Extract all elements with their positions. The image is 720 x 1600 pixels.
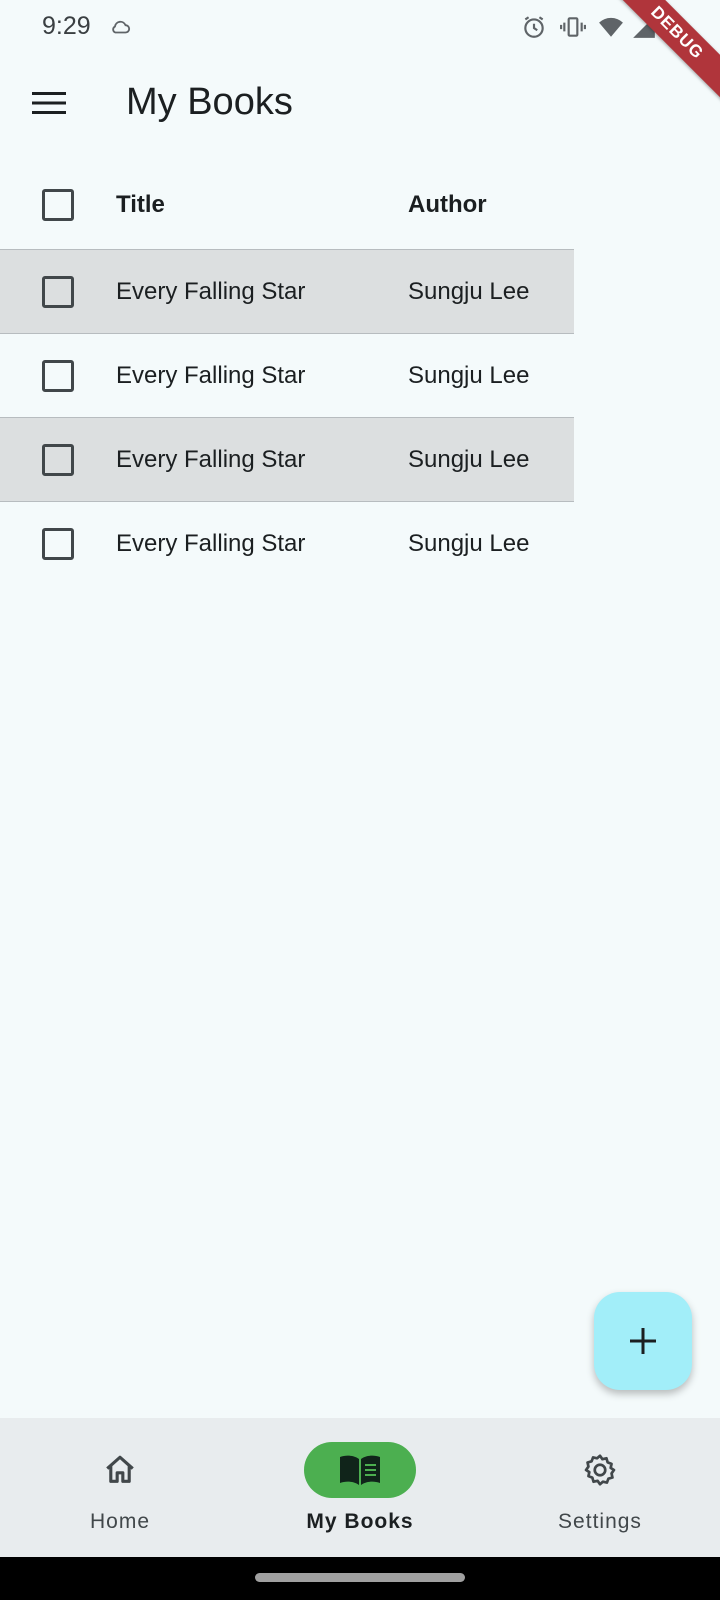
- gesture-bar: [0, 1557, 720, 1600]
- row-checkbox[interactable]: [42, 528, 74, 560]
- menu-button[interactable]: [24, 78, 74, 128]
- table-row[interactable]: Every Falling Star Sungju Lee: [0, 418, 574, 502]
- nav-item-my-books[interactable]: My Books: [240, 1418, 480, 1557]
- row-checkbox[interactable]: [42, 443, 74, 476]
- cloud-icon: [106, 13, 134, 41]
- column-header-author[interactable]: Author: [408, 191, 487, 219]
- nav-label-home: Home: [89, 1510, 151, 1533]
- page-title: My Books: [126, 81, 293, 123]
- home-gesture-handle[interactable]: [255, 1573, 465, 1582]
- cell-author: Sungju Lee: [408, 361, 530, 389]
- nav-item-settings[interactable]: Settings: [480, 1418, 720, 1557]
- nav-indicator: [304, 1442, 416, 1498]
- cell-author: Sungju Lee: [408, 277, 530, 305]
- row-checkbox[interactable]: [42, 275, 74, 308]
- nav-indicator: [64, 1442, 176, 1498]
- cell-title: Every Falling Star: [116, 445, 306, 473]
- cell-title: Every Falling Star: [116, 530, 306, 557]
- app-bar: My Books: [0, 56, 720, 148]
- vibrate-icon: [559, 13, 587, 41]
- cell-author: Sungju Lee: [408, 530, 530, 557]
- wifi-icon: [597, 13, 625, 41]
- home-icon: [106, 1455, 134, 1483]
- plus-icon: [630, 1328, 656, 1354]
- menu-icon: [32, 92, 66, 114]
- alarm-icon: [520, 13, 548, 41]
- nav-label-settings: Settings: [558, 1510, 642, 1533]
- book-icon: [340, 1455, 380, 1485]
- nav-indicator: [544, 1442, 656, 1498]
- select-all-checkbox[interactable]: [42, 188, 74, 221]
- table-row[interactable]: Every Falling Star Sungju Lee: [0, 502, 574, 586]
- nav-label-my-books: My Books: [306, 1510, 414, 1533]
- table-row[interactable]: Every Falling Star Sungju Lee: [0, 334, 574, 418]
- bottom-navigation: Home My Books Settings: [0, 1418, 720, 1557]
- books-table: Title Author Every Falling Star Sungju L…: [0, 160, 574, 586]
- cell-title: Every Falling Star: [116, 361, 306, 389]
- cell-author: Sungju Lee: [408, 445, 530, 473]
- row-checkbox[interactable]: [42, 359, 74, 392]
- add-book-button[interactable]: [594, 1292, 692, 1390]
- gear-icon: [584, 1454, 616, 1486]
- status-bar: 9:29 DEBUG: [0, 0, 720, 111]
- cell-title: Every Falling Star: [116, 277, 306, 305]
- nav-item-home[interactable]: Home: [0, 1418, 240, 1557]
- column-header-title[interactable]: Title: [116, 191, 165, 219]
- table-row[interactable]: Every Falling Star Sungju Lee: [0, 250, 574, 334]
- status-time: 9:29: [42, 12, 91, 40]
- table-header-row: Title Author: [0, 160, 574, 250]
